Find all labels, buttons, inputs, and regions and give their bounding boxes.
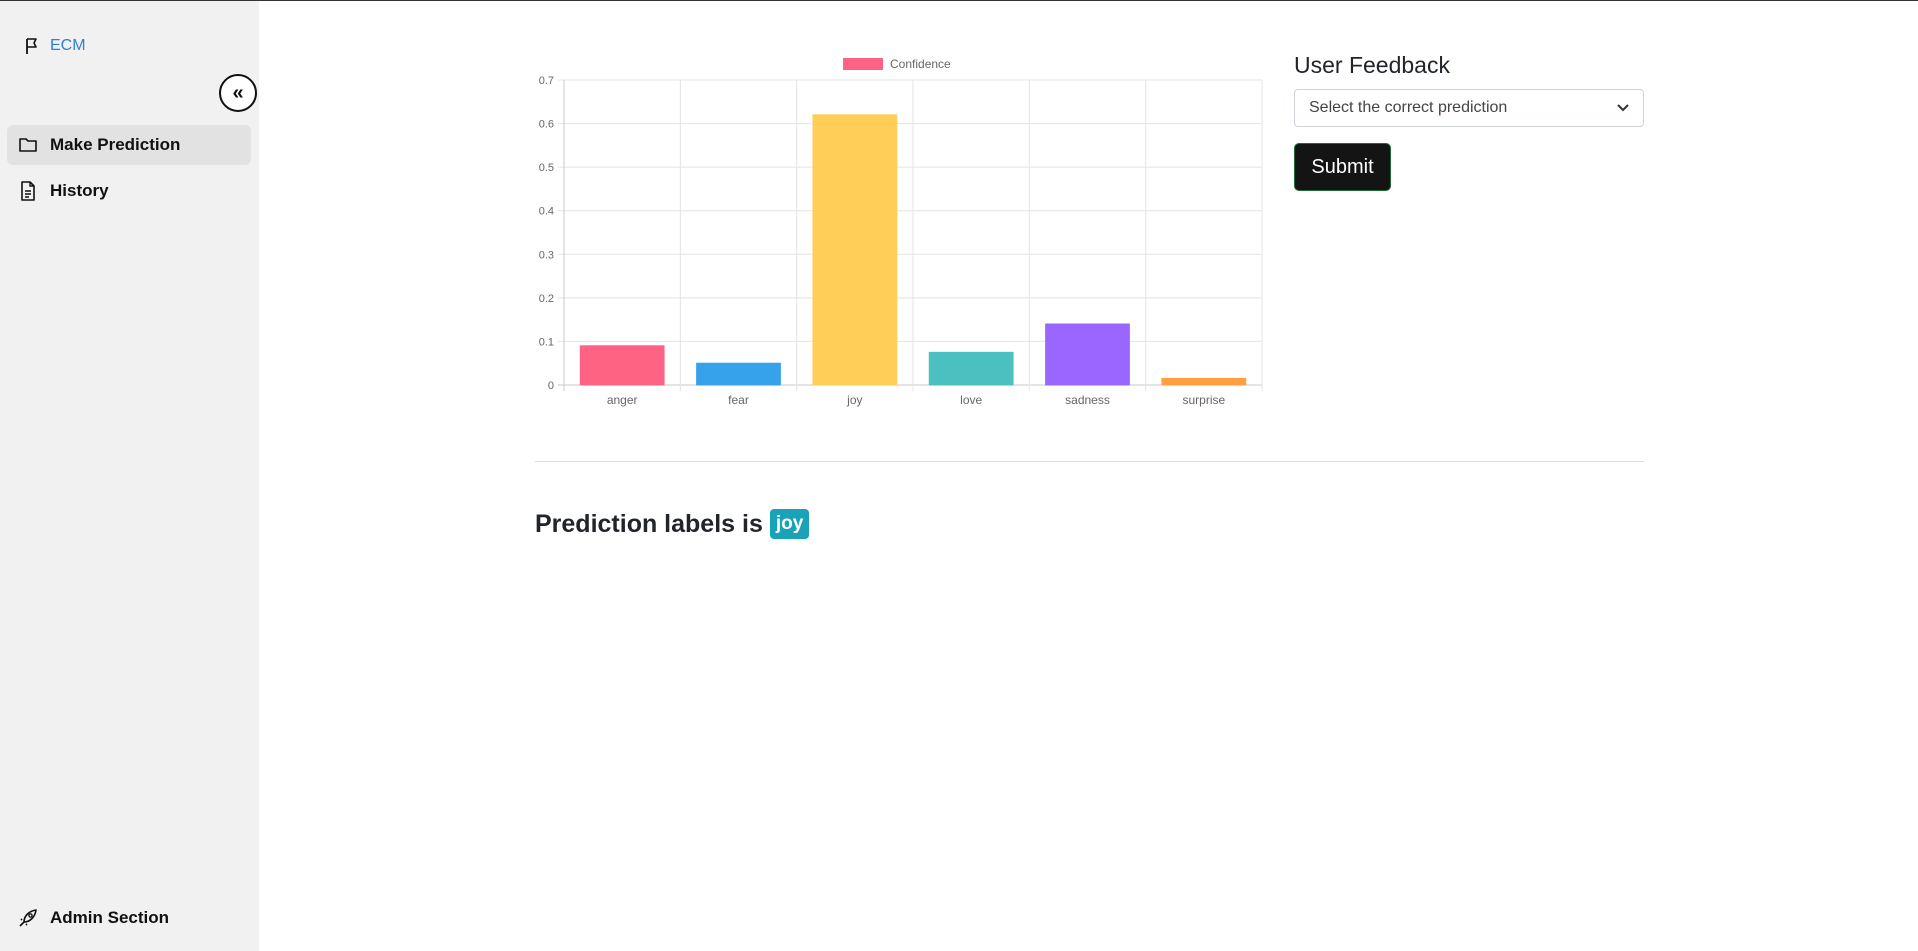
sidebar-item-history[interactable]: History (7, 171, 251, 211)
folder-icon (18, 135, 38, 155)
sidebar-item-make-prediction[interactable]: Make Prediction (7, 125, 251, 165)
brand-label: ECM (50, 37, 86, 54)
legend-swatch (843, 58, 883, 70)
sidebar-item-label: History (50, 181, 109, 200)
divider (535, 461, 1644, 462)
submit-button[interactable]: Submit (1294, 143, 1391, 191)
rocket-icon (18, 908, 38, 928)
x-tick-label: joy (846, 393, 862, 407)
select-placeholder: Select the correct prediction (1309, 99, 1508, 116)
x-tick-label: love (960, 393, 982, 407)
sidebar-item-label: Make Prediction (50, 135, 181, 154)
bar-anger (579, 345, 665, 386)
double-chevron-left-icon: « (232, 81, 244, 104)
feedback-title: User Feedback (1294, 52, 1450, 78)
bar-joy (812, 114, 898, 386)
prediction-text: Prediction labels is (535, 509, 763, 538)
bar-chart-svg: 0 0.1 0.2 0.3 0.4 0.5 0.6 0.7 anger fear joy love sa… (539, 57, 1263, 407)
x-tick-label: anger (607, 393, 638, 407)
sidebar-item-label: Admin Section (50, 908, 170, 927)
bar-fear (696, 362, 781, 386)
y-tick-label: 0.3 (539, 249, 554, 261)
prediction-result: Prediction labels is joy (535, 509, 810, 539)
confidence-chart: 0 0.1 0.2 0.3 0.4 0.5 0.6 0.7 anger fear joy love sa… (520, 50, 1270, 420)
document-icon (18, 181, 38, 201)
x-tick-label: sadness (1065, 393, 1110, 407)
feedback-panel: User Feedback Select the correct predict… (1294, 52, 1644, 191)
y-tick-label: 0.1 (539, 336, 554, 348)
y-tick-label: 0.2 (539, 293, 554, 305)
sidebar-item-admin-section[interactable]: Admin Section (7, 898, 251, 938)
bar-love (928, 351, 1014, 386)
y-tick-label: 0.7 (539, 75, 554, 87)
legend-label: Confidence (890, 57, 951, 71)
sidebar: ECM « Make Prediction History Admin Sect… (0, 1, 259, 951)
y-tick-label: 0.5 (539, 162, 554, 174)
top-border (0, 0, 1918, 1)
collapse-sidebar-button[interactable]: « (219, 74, 257, 112)
flag-icon (26, 38, 37, 54)
prediction-badge: joy (769, 509, 810, 539)
x-tick-label: fear (728, 393, 749, 407)
y-tick-label: 0 (548, 380, 554, 392)
prediction-select[interactable]: Select the correct prediction (1294, 89, 1644, 127)
y-tick-label: 0.4 (539, 206, 554, 218)
chevron-down-icon (1617, 104, 1629, 112)
brand-link[interactable]: ECM (24, 37, 86, 55)
x-tick-label: surprise (1182, 393, 1225, 407)
bar-surprise (1161, 377, 1247, 386)
y-tick-label: 0.6 (539, 119, 554, 131)
bar-sadness (1045, 323, 1130, 386)
